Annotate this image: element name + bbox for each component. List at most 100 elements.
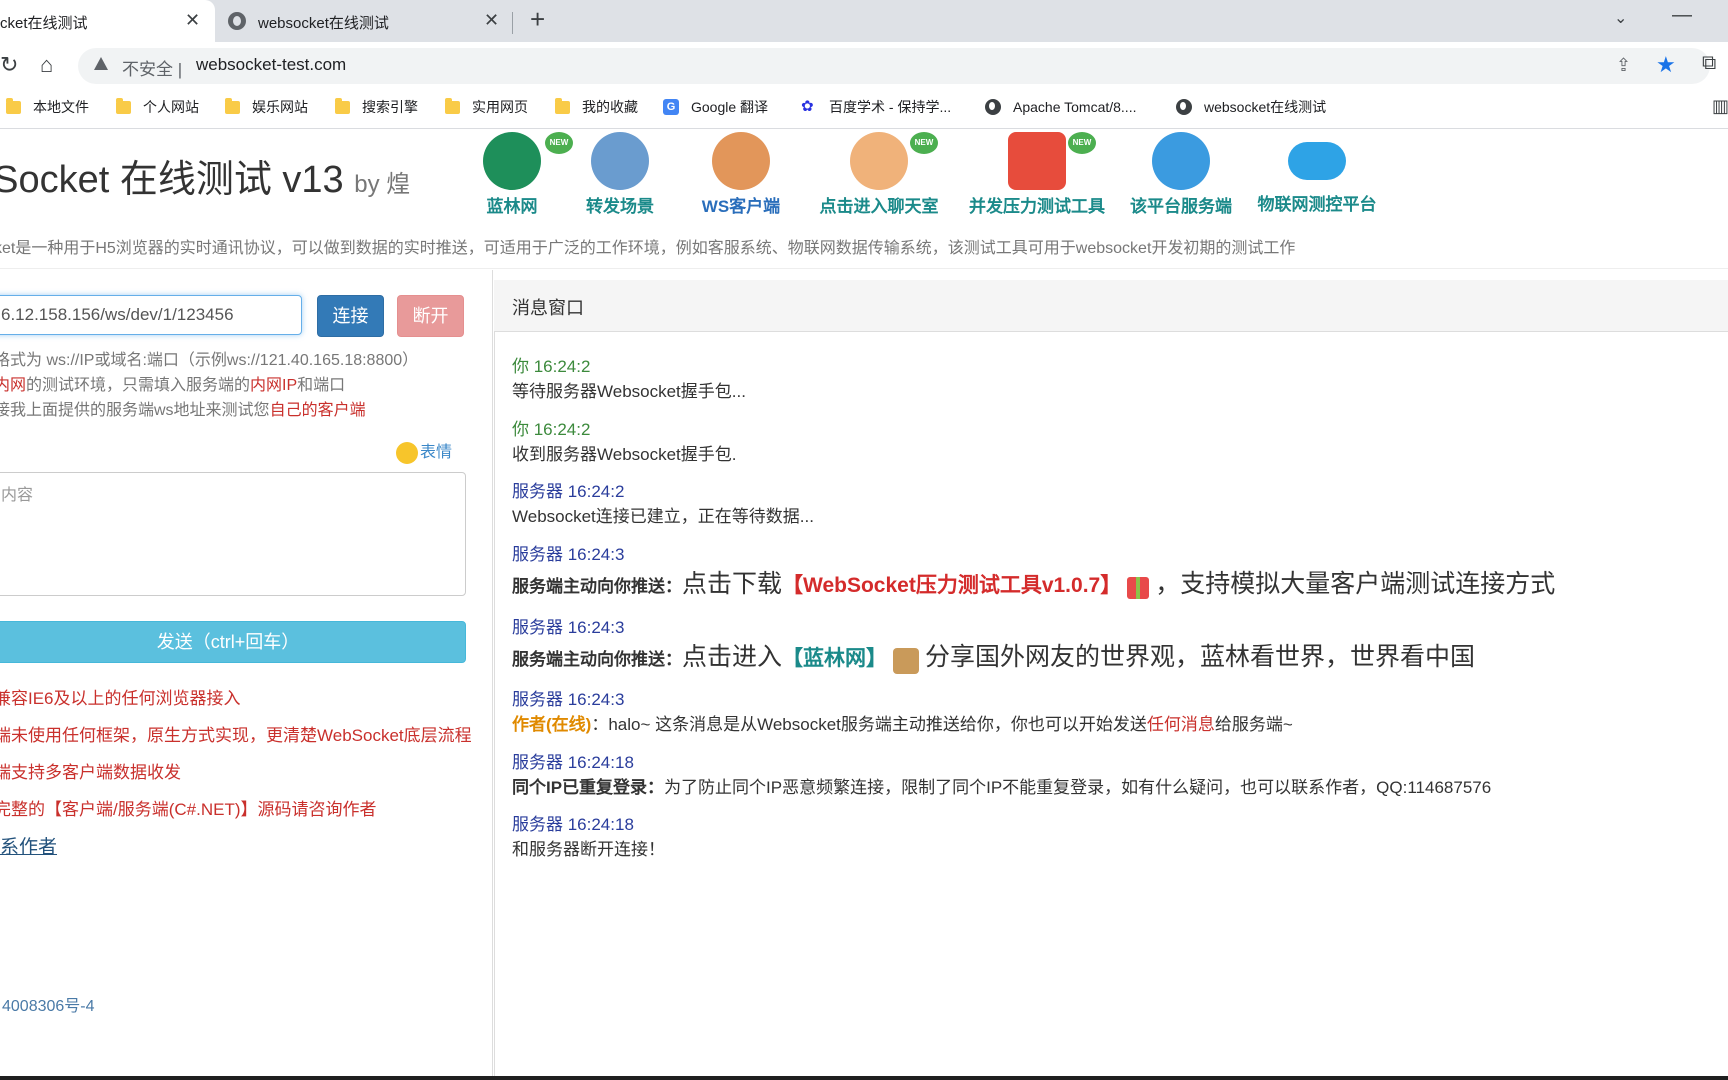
tab-title: cket在线测试 — [0, 15, 88, 32]
new-badge: NEW — [1068, 132, 1096, 154]
chat-people-icon: NEW — [850, 132, 938, 190]
server-hint: 接我上面提供的服务端ws地址来测试您自己的客户端 — [0, 396, 366, 420]
duplicate-login-prefix: 同个IP已重复登录： — [512, 778, 665, 797]
icp-record-link[interactable]: 4008306号-4 — [2, 992, 95, 1016]
bookmark-label: Apache Tomcat/8.... — [1013, 99, 1137, 115]
reading-list-icon[interactable]: ▥ — [1712, 96, 1728, 117]
message-meta: 服务器 16:24:3 — [512, 690, 625, 709]
gift-icon — [1127, 576, 1150, 599]
message-body: Websocket连接已建立，正在等待数据... — [512, 507, 814, 526]
push-text: 点击进入 — [682, 643, 783, 671]
folder-icon — [6, 97, 21, 114]
bookmark-entertainment[interactable]: 娱乐网站 — [225, 97, 308, 117]
new-badge: NEW — [910, 132, 938, 154]
bookmark-label: 娱乐网站 — [252, 99, 308, 115]
page-title-text: oSocket 在线测试 v13 — [0, 159, 344, 201]
message-panel-title: 消息窗口 — [512, 298, 584, 318]
pencil-ruler-icon: NEW — [1008, 132, 1096, 190]
disconnect-button[interactable]: 断开 — [397, 295, 464, 337]
not-secure-warning-icon[interactable] — [94, 57, 108, 70]
nav-forward-scene[interactable]: 转发场景 — [578, 132, 662, 217]
ws-url-input[interactable]: 6.12.158.156/ws/dev/1/123456 — [0, 295, 302, 335]
cloud-icon — [1288, 142, 1346, 180]
bookmark-search-engines[interactable]: 搜索引擎 — [335, 97, 418, 117]
tab-search-icon[interactable]: ⌄ — [1614, 8, 1627, 28]
tab-close-icon[interactable]: ✕ — [185, 10, 200, 31]
home-icon[interactable]: ⌂ — [40, 52, 53, 78]
bookmark-star-icon[interactable]: ★ — [1656, 52, 1676, 78]
message-body: 等待服务器Websocket握手包... — [512, 382, 746, 401]
bookmark-apache-tomcat[interactable]: Apache Tomcat/8.... — [985, 97, 1136, 117]
nav-ws-client[interactable]: WS客户端 — [696, 132, 786, 217]
url-text[interactable]: websocket-test.com — [196, 55, 346, 75]
bookmark-websocket-test[interactable]: websocket在线测试 — [1176, 97, 1326, 117]
lan-hint-text: 的测试环境，只需填入服务端的 — [26, 377, 251, 394]
tab-websocket-test-active[interactable]: cket在线测试 ✕ — [0, 0, 215, 42]
folder-icon — [116, 97, 131, 114]
folder-icon — [445, 97, 460, 114]
message-meta: 服务器 16:24:2 — [512, 482, 625, 501]
new-tab-icon[interactable]: + — [530, 4, 545, 35]
page-title: oSocket 在线测试 v13 by 煌 — [0, 148, 410, 203]
contact-author-link[interactable]: 系作者 — [0, 832, 57, 859]
not-secure-label[interactable]: 不安全 | — [122, 55, 182, 80]
tab-websocket-test[interactable]: websocket在线测试 ✕ — [222, 0, 512, 42]
message-meta: 服务器 16:24:18 — [512, 753, 634, 772]
share-icon[interactable]: ⇪ — [1616, 55, 1631, 76]
emoji-button[interactable]: 表情 — [396, 438, 452, 464]
folder-icon — [335, 97, 350, 114]
connect-button[interactable]: 连接 — [317, 295, 384, 337]
message-body: 服务端主动向你推送：点击进入【蓝林网】 分享国外网友的世界观，蓝林看世界，世界看中… — [512, 637, 1475, 674]
author-online-label: 作者(在线) — [512, 715, 592, 734]
lan-ip-word: 内网IP — [250, 377, 298, 394]
bookmark-my-favorites[interactable]: 我的收藏 — [555, 97, 638, 117]
message-meta: 服务器 16:24:3 — [512, 618, 625, 637]
bookmark-label: 个人网站 — [143, 99, 199, 115]
bookmark-baidu-scholar[interactable]: ✿ 百度学术 - 保持学... — [801, 97, 951, 117]
nav-chat-room[interactable]: NEW 点击进入聊天室 — [814, 132, 944, 217]
send-button[interactable]: 发送（ctrl+回车） — [0, 621, 466, 663]
format-hint: 格式为 ws://IP或域名:端口（示例ws://121.40.165.18:8… — [0, 352, 419, 369]
tab-close-icon[interactable]: ✕ — [484, 10, 499, 31]
own-client-word: 自己的客户端 — [269, 402, 366, 419]
new-badge: NEW — [545, 132, 573, 154]
push-prefix: 服务端主动向你推送： — [512, 650, 682, 669]
speaker-icon — [712, 132, 770, 190]
stress-tool-link[interactable]: 【WebSocket压力测试工具v1.0.7】 — [782, 574, 1121, 597]
divider — [0, 268, 1728, 269]
author-byline: by 煌 — [354, 171, 411, 198]
taskbar-edge — [0, 1076, 1728, 1080]
lan-word: 内网 — [0, 377, 27, 394]
message-body: 收到服务器Websocket握手包. — [512, 445, 737, 464]
earth-icon — [1152, 132, 1210, 190]
google-translate-icon: G — [663, 99, 679, 115]
feature-item: 完整的【客户端/服务端(C#.NET)】源码请咨询作者 — [0, 800, 377, 819]
message-meta: 服务器 16:24:3 — [512, 545, 625, 564]
message-body: 和服务器断开连接！ — [512, 840, 665, 859]
push-text: ，支持模拟大量客户端测试连接方式 — [1155, 570, 1556, 598]
nav-iot-platform[interactable]: 物联网测控平台 — [1252, 132, 1382, 215]
bookmark-local-files[interactable]: 本地文件 — [6, 97, 89, 117]
feature-item: 端未使用任何框架，原生方式实现，更清楚WebSocket底层流程 — [0, 726, 472, 745]
bookmark-useful-pages[interactable]: 实用网页 — [445, 97, 528, 117]
nav-label: 蓝林网 — [486, 197, 538, 216]
message-textarea[interactable]: 内容 — [0, 472, 466, 596]
bookmark-google-translate[interactable]: G Google 翻译 — [663, 97, 768, 117]
push-text: 点击下载 — [682, 570, 783, 598]
nav-label: 点击进入聊天室 — [819, 197, 939, 216]
nav-label: 转发场景 — [586, 197, 654, 216]
extensions-puzzle-icon[interactable]: ⧉ — [1702, 52, 1716, 75]
nav-lanlin[interactable]: NEW 蓝林网 — [470, 132, 573, 217]
globe-icon: NEW — [483, 132, 573, 190]
globe-icon — [228, 12, 246, 30]
nav-label: 物联网测控平台 — [1257, 195, 1377, 214]
lanlin-link[interactable]: 【蓝林网】 — [782, 647, 887, 670]
bookmark-personal-sites[interactable]: 个人网站 — [116, 97, 199, 117]
nav-stress-test-tool[interactable]: NEW 并发压力测试工具 — [962, 132, 1112, 217]
reload-icon[interactable]: ↻ — [0, 52, 18, 78]
minimize-window-icon[interactable]: — — [1672, 4, 1692, 27]
nav-platform-server[interactable]: 该平台服务端 — [1126, 132, 1236, 217]
message-body: 同个IP已重复登录：为了防止同个IP恶意频繁连接，限制了同个IP不能重复登录，如… — [512, 773, 1491, 798]
crowd-icon — [893, 647, 920, 674]
folder-icon — [225, 97, 240, 114]
